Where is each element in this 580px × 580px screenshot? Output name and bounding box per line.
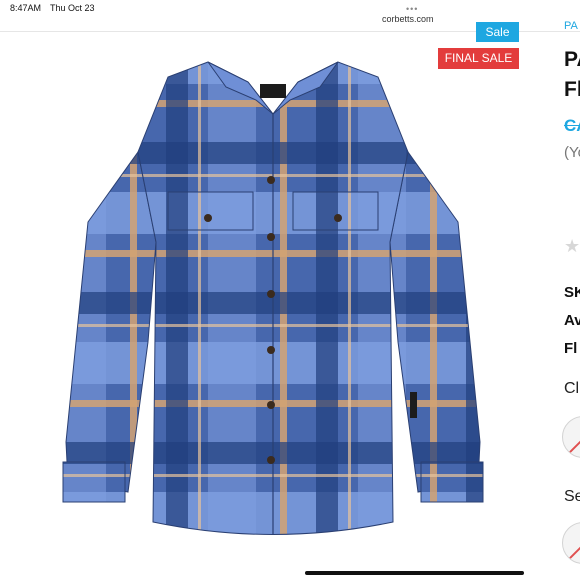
- product-category-link[interactable]: PA: [564, 20, 578, 32]
- size-label: Se: [564, 488, 580, 505]
- home-indicator[interactable]: [305, 571, 524, 575]
- status-date: Thu Oct 23: [50, 3, 95, 13]
- final-sale-badge: FINAL SALE: [438, 48, 519, 69]
- availability-label: Av: [564, 312, 580, 329]
- fl-label: Fl: [564, 340, 578, 357]
- plaid-shirt-image: [62, 61, 484, 535]
- color-label: Cl: [564, 380, 580, 397]
- sku-label: SK: [564, 284, 580, 301]
- product-details-panel: PA PA Fl CA (Yo ★ SK Av Fl Cl Se: [548, 0, 580, 580]
- url-label[interactable]: corbetts.com: [382, 14, 434, 24]
- price-note: (Yo: [564, 144, 580, 161]
- size-swatch-unavailable[interactable]: [562, 522, 580, 564]
- sale-badge: Sale: [476, 22, 519, 42]
- status-time: 8:47AM: [10, 3, 42, 13]
- color-swatch-unavailable[interactable]: [562, 416, 580, 458]
- original-price: CA: [564, 116, 580, 135]
- product-title-line1: PA: [564, 48, 580, 71]
- product-title-line2: Fl: [564, 78, 580, 101]
- product-image[interactable]: [58, 42, 488, 572]
- more-options-icon[interactable]: •••: [406, 4, 418, 14]
- rating-star-icon[interactable]: ★: [564, 236, 580, 257]
- unavailable-slash-icon: [566, 417, 580, 456]
- unavailable-slash-icon: [566, 523, 580, 562]
